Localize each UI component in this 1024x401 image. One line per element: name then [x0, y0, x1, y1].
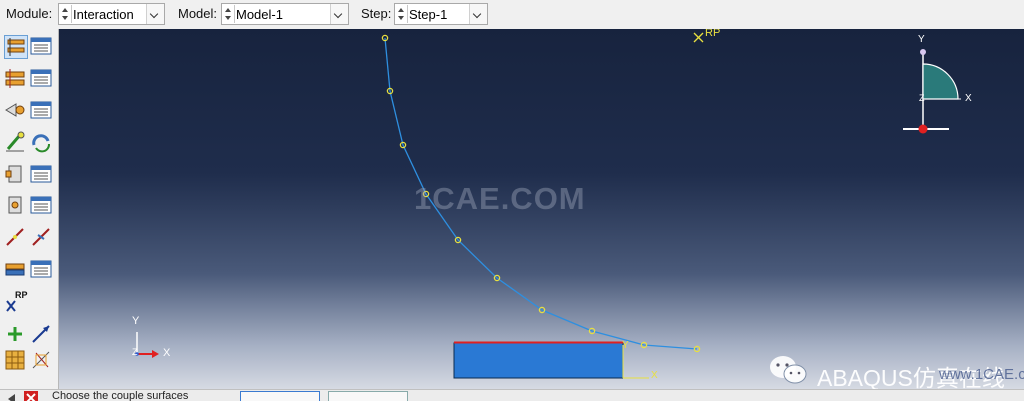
create-datum-plane-icon[interactable] [4, 349, 28, 373]
local-csys-x-label: X [651, 370, 658, 381]
chevron-down-icon[interactable] [469, 4, 487, 24]
module-spinner-icon[interactable] [60, 5, 72, 23]
model-value: Model-1 [236, 7, 283, 22]
interaction-property-manager-icon[interactable] [30, 67, 54, 91]
constraint-manager-icon[interactable] [30, 99, 54, 123]
chevron-down-icon[interactable] [330, 4, 348, 24]
model-spinner-icon[interactable] [223, 5, 235, 23]
crack-manager-icon[interactable] [30, 258, 54, 282]
connector-section-manager-icon[interactable] [30, 131, 54, 155]
triad-x-label: X [163, 347, 171, 359]
interaction-toolbox: RP [0, 29, 59, 389]
create-fastener-icon[interactable] [4, 226, 28, 250]
create-datum-axis-icon[interactable] [30, 323, 54, 347]
symmetry-z-label: Z [919, 93, 925, 103]
prompt-text: Choose the couple surfaces [52, 390, 189, 401]
reference-point-marker[interactable] [693, 32, 704, 43]
local-csys-y-label: Y [622, 340, 629, 351]
create-interaction-property-icon[interactable] [4, 67, 28, 91]
create-reference-point-icon[interactable]: RP [4, 290, 30, 317]
wechat-logo-icon [767, 353, 811, 389]
watermark-center: 1CAE.COM [414, 181, 586, 216]
module-value: Interaction [73, 7, 134, 22]
create-wire-icon[interactable] [4, 194, 28, 218]
chevron-down-icon[interactable] [146, 4, 164, 24]
connector-assignment-manager-icon[interactable] [30, 163, 54, 187]
create-interaction-icon[interactable] [4, 35, 28, 59]
create-connector-assignment-icon[interactable] [4, 163, 28, 187]
wire-manager-icon[interactable] [30, 194, 54, 218]
model-combo[interactable]: Model-1 [221, 3, 349, 25]
model-label: Model: [178, 6, 218, 21]
module-label: Module: [6, 6, 53, 21]
rp-tool-label: RP [15, 290, 28, 300]
symmetry-y-label: Y [918, 34, 925, 45]
view-triad-glyph [135, 332, 159, 358]
watermark-site: www.1CAE.com [939, 366, 1024, 383]
step-value: Step-1 [409, 7, 448, 22]
triad-y-label: Y [132, 315, 140, 327]
step-combo[interactable]: Step-1 [394, 3, 488, 25]
fastener-manager-icon[interactable] [30, 226, 54, 250]
create-datum-csys-icon[interactable] [30, 349, 54, 373]
symmetry-x-label: X [965, 93, 972, 104]
rp-label: RP [705, 29, 721, 39]
model-viewport[interactable]: RP Y Z X Y X Y Z X 1CAE.COM ABAQUS仿真在线 w… [59, 29, 1024, 389]
module-combo[interactable]: Interaction [58, 3, 165, 25]
step-label: Step: [361, 6, 392, 21]
deformable-block-part[interactable] [453, 342, 624, 379]
create-datum-point-icon[interactable] [4, 323, 28, 347]
step-spinner-icon[interactable] [396, 5, 408, 23]
prompt-area: Choose the couple surfaces [0, 389, 1024, 401]
create-constraint-icon[interactable] [4, 99, 28, 123]
interaction-manager-icon[interactable] [30, 35, 54, 59]
create-connector-section-icon[interactable] [4, 131, 28, 155]
context-bar: Module: Interaction Model: Model-1 Step:… [0, 0, 1024, 30]
create-crack-icon[interactable] [4, 258, 28, 282]
symmetry-triad-glyph [903, 49, 961, 134]
triad-z-label: Z [132, 347, 138, 357]
